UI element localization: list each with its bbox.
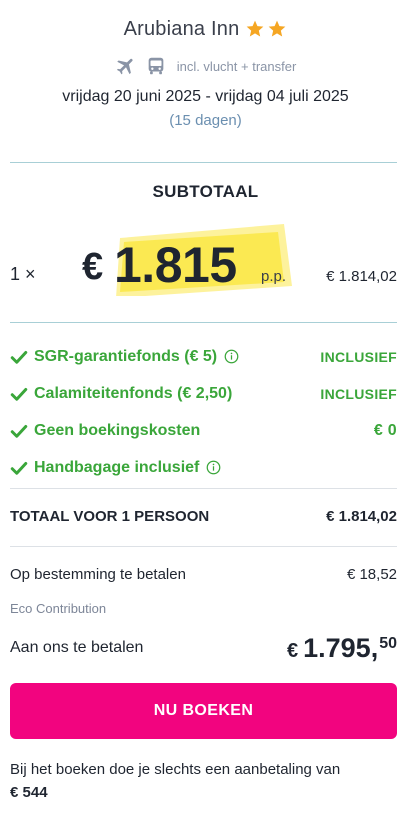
divider bbox=[10, 488, 397, 489]
total-label: TOTAAL VOOR 1 PERSOON bbox=[10, 508, 210, 525]
check-icon bbox=[10, 387, 28, 401]
inclusion-label: SGR-garantiefonds (€ 5) bbox=[34, 347, 218, 365]
star-icon bbox=[247, 20, 264, 37]
travel-dates: vrijdag 20 juni 2025 - vrijdag 04 juli 2… bbox=[62, 88, 349, 105]
inclusions-list: SGR-garantiefonds (€ 5) INCLUSIEF Calami… bbox=[10, 338, 397, 486]
subtotal-title: SUBTOTAAL bbox=[152, 182, 259, 201]
list-item: Calamiteitenfonds (€ 2,50) INCLUSIEF bbox=[10, 375, 397, 412]
price-amount: 1.815 bbox=[114, 237, 237, 293]
per-person-label: p.p. bbox=[261, 268, 287, 285]
total-value: € 1.814,02 bbox=[326, 508, 397, 525]
divider bbox=[10, 162, 397, 163]
deposit-text: Bij het boeken doe je slechts een aanbet… bbox=[10, 761, 341, 778]
destination-row: Op bestemming te betalen € 18,52 bbox=[10, 566, 397, 583]
list-item: Geen boekingskosten € 0 bbox=[10, 412, 397, 449]
pay-label: Aan ons te betalen bbox=[10, 639, 144, 656]
hotel-header: Arubiana Inn incl. vlucht + transfer vri… bbox=[0, 14, 411, 130]
currency-symbol: € bbox=[82, 246, 104, 288]
inclusion-value: INCLUSIEF bbox=[320, 348, 397, 365]
airplane-icon bbox=[116, 58, 133, 75]
info-icon[interactable] bbox=[224, 349, 239, 364]
eco-contribution-note: Eco Contribution bbox=[10, 601, 107, 616]
total-row: TOTAAL VOOR 1 PERSOON € 1.814,02 bbox=[10, 508, 397, 525]
star-icon bbox=[269, 20, 286, 37]
star-rating bbox=[245, 19, 287, 39]
transport-info: incl. vlucht + transfer bbox=[0, 52, 411, 80]
inclusion-label: Geen boekingskosten bbox=[34, 421, 201, 439]
quantity: 1 × bbox=[10, 264, 36, 284]
travel-duration: (15 dagen) bbox=[169, 112, 242, 129]
info-icon[interactable] bbox=[206, 460, 221, 475]
list-item: SGR-garantiefonds (€ 5) INCLUSIEF bbox=[10, 338, 397, 375]
divider bbox=[10, 546, 397, 547]
line-total: € 1.814,02 bbox=[326, 268, 397, 285]
destination-label: Op bestemming te betalen bbox=[10, 566, 186, 583]
hotel-name: Arubiana Inn bbox=[123, 17, 240, 40]
check-icon bbox=[10, 424, 28, 438]
inclusion-label: Calamiteitenfonds (€ 2,50) bbox=[34, 384, 233, 402]
divider bbox=[10, 322, 397, 323]
check-icon bbox=[10, 461, 28, 475]
pay-main-amount: 1.795, bbox=[303, 632, 379, 663]
deposit-amount: € 544 bbox=[10, 784, 48, 801]
pay-row: Aan ons te betalen € 1.795, 50 bbox=[10, 628, 397, 668]
bus-icon bbox=[148, 57, 164, 75]
price-per-person: € 1.815 p.p. bbox=[80, 222, 295, 302]
transport-text: incl. vlucht + transfer bbox=[176, 58, 297, 74]
list-item: Handbagage inclusief bbox=[10, 449, 397, 486]
inclusion-value: INCLUSIEF bbox=[320, 385, 397, 402]
deposit-note: Bij het boeken doe je slechts een aanbet… bbox=[10, 758, 400, 804]
pay-amount: € 1.795, 50 bbox=[287, 633, 397, 664]
pay-currency: € bbox=[287, 639, 299, 662]
check-icon bbox=[10, 350, 28, 364]
pay-cents: 50 bbox=[379, 634, 397, 652]
hotel-title-row: Arubiana Inn bbox=[0, 14, 411, 44]
book-now-button[interactable]: NU BOEKEN bbox=[10, 683, 397, 739]
inclusion-value: € 0 bbox=[373, 421, 397, 439]
destination-value: € 18,52 bbox=[346, 566, 397, 583]
inclusion-label: Handbagage inclusief bbox=[34, 458, 200, 476]
